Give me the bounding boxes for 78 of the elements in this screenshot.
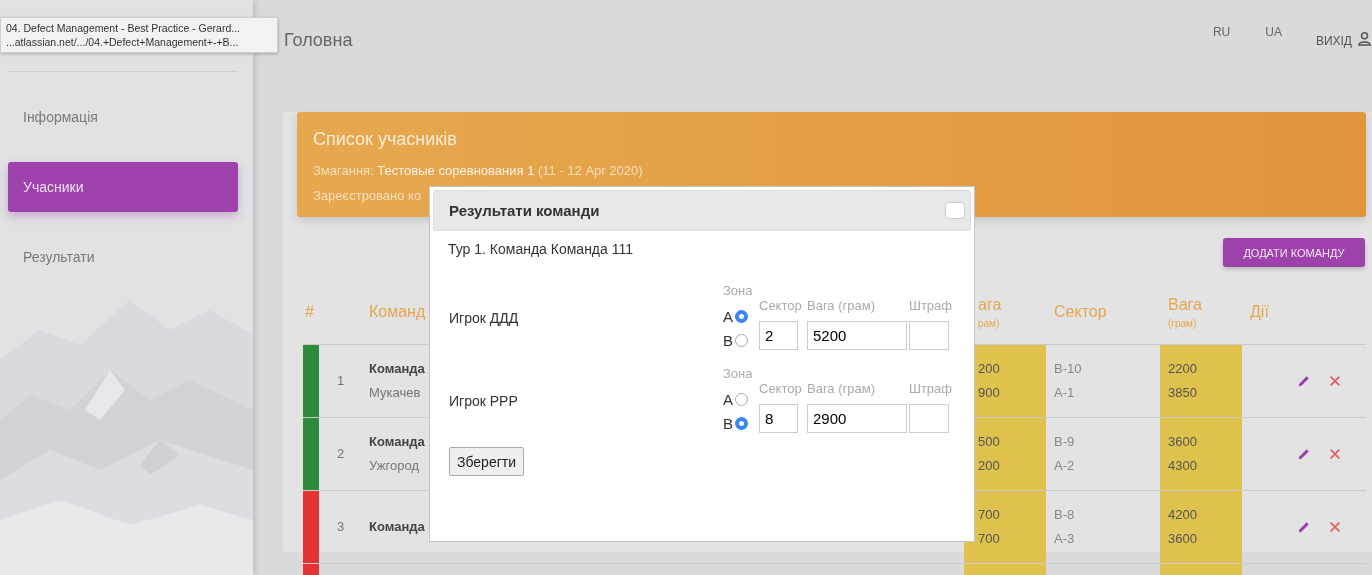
input-field[interactable]: 2 bbox=[759, 321, 798, 350]
column-header: Сектор bbox=[1054, 303, 1107, 321]
team-name: Команда bbox=[369, 433, 425, 451]
close-icon[interactable] bbox=[1328, 447, 1342, 461]
close-icon[interactable] bbox=[1328, 374, 1342, 388]
row-number: 2 bbox=[337, 445, 346, 463]
row-number: 3 bbox=[337, 518, 346, 536]
radio-button[interactable] bbox=[735, 392, 748, 406]
sidebar-item[interactable]: Учасники bbox=[8, 162, 238, 212]
sector-value: A-3 bbox=[1054, 530, 1076, 548]
weight-value: 3850 bbox=[1168, 384, 1198, 402]
close-icon[interactable] bbox=[1328, 520, 1342, 534]
competition-text: Змагання: Тестовые соревнования 1 (11 - 12 Apr 2020) bbox=[313, 162, 644, 180]
weight-value: 700 bbox=[978, 530, 1001, 548]
add-team-button[interactable]: ДОДАТИ КОМАНДУ bbox=[1223, 238, 1365, 267]
banner-title: Список учасників bbox=[313, 129, 458, 150]
field-label: Сектор bbox=[759, 298, 803, 313]
input-field[interactable]: 8 bbox=[759, 404, 798, 433]
sector-value: B-10 bbox=[1054, 360, 1083, 378]
weight-value: 200 bbox=[978, 457, 1001, 475]
tooltip-title: 04. Defect Management - Best Practice - Gerard... bbox=[6, 21, 241, 35]
logout-link[interactable]: ВИХІД bbox=[1315, 34, 1352, 48]
column-header: # bbox=[305, 303, 314, 321]
weight-value: 2200 bbox=[1168, 360, 1198, 378]
weight-value: 3600 bbox=[1168, 530, 1198, 548]
close-button[interactable] bbox=[945, 202, 965, 219]
radio-button[interactable] bbox=[735, 309, 748, 323]
radio-button[interactable] bbox=[735, 416, 748, 430]
weight-value: 200 bbox=[978, 360, 1001, 378]
field-label: Вага (грам) bbox=[807, 381, 876, 396]
weight-value: 4200 bbox=[1168, 506, 1198, 524]
user-icon[interactable] bbox=[1357, 31, 1372, 46]
player-name: Игрок ДДД bbox=[449, 309, 520, 326]
sidebar-item[interactable]: Інформація bbox=[8, 92, 238, 142]
weight-value: 900 bbox=[978, 384, 1001, 402]
language-link[interactable]: UA bbox=[1265, 25, 1282, 39]
sector-value: A-2 bbox=[1054, 457, 1076, 475]
modal-title: Результати команди bbox=[449, 202, 600, 219]
weight-value: 700 bbox=[978, 506, 1001, 524]
sidebar-item[interactable]: Результати bbox=[8, 232, 238, 282]
input-field[interactable] bbox=[909, 404, 949, 433]
row-number: 1 bbox=[337, 372, 346, 390]
page-title: Головна bbox=[284, 30, 353, 51]
radio-label: A bbox=[723, 307, 733, 325]
player-name: Игрок РРР bbox=[449, 392, 519, 409]
input-field[interactable] bbox=[909, 321, 949, 350]
save-button[interactable]: Зберегти bbox=[449, 447, 524, 476]
weight-value: 3600 bbox=[1168, 433, 1198, 451]
team-name: Команда bbox=[369, 360, 425, 378]
input-field[interactable]: 2900 bbox=[807, 404, 907, 433]
column-header: Вага (грам) bbox=[1168, 295, 1202, 329]
field-label: Зона bbox=[723, 366, 754, 381]
team-city: Мукачев bbox=[369, 384, 421, 402]
column-header: ага рам) bbox=[978, 295, 1002, 329]
sector-value: B-8 bbox=[1054, 506, 1076, 524]
radio-label: A bbox=[723, 390, 733, 408]
column-header: Дії bbox=[1250, 303, 1269, 321]
radio-label: B bbox=[723, 414, 733, 432]
input-field[interactable]: 5200 bbox=[807, 321, 907, 350]
round-text: Тур 1. Команда Команда 111 bbox=[448, 241, 634, 257]
team-city: Ужгород bbox=[369, 457, 419, 475]
pencil-icon[interactable] bbox=[1297, 374, 1311, 388]
team-name: Команда bbox=[369, 518, 425, 536]
sector-value: B-9 bbox=[1054, 433, 1076, 451]
pencil-icon[interactable] bbox=[1297, 520, 1311, 534]
registered-text: Зареєстровано ко bbox=[313, 187, 423, 205]
field-label: Вага (грам) bbox=[807, 298, 876, 313]
language-link[interactable]: RU bbox=[1212, 25, 1231, 39]
weight-value: 4300 bbox=[1168, 457, 1198, 475]
column-header: Команд bbox=[369, 303, 426, 321]
tooltip-url: ...atlassian.net/.../04.+Defect+Management+-+B... bbox=[6, 35, 240, 49]
weight-value: 500 bbox=[978, 433, 1001, 451]
field-label: Зона bbox=[723, 283, 754, 298]
sector-value: A-1 bbox=[1054, 384, 1076, 402]
radio-button[interactable] bbox=[735, 333, 748, 347]
radio-label: B bbox=[723, 331, 733, 349]
pencil-icon[interactable] bbox=[1297, 447, 1311, 461]
field-label: Сектор bbox=[759, 381, 803, 396]
